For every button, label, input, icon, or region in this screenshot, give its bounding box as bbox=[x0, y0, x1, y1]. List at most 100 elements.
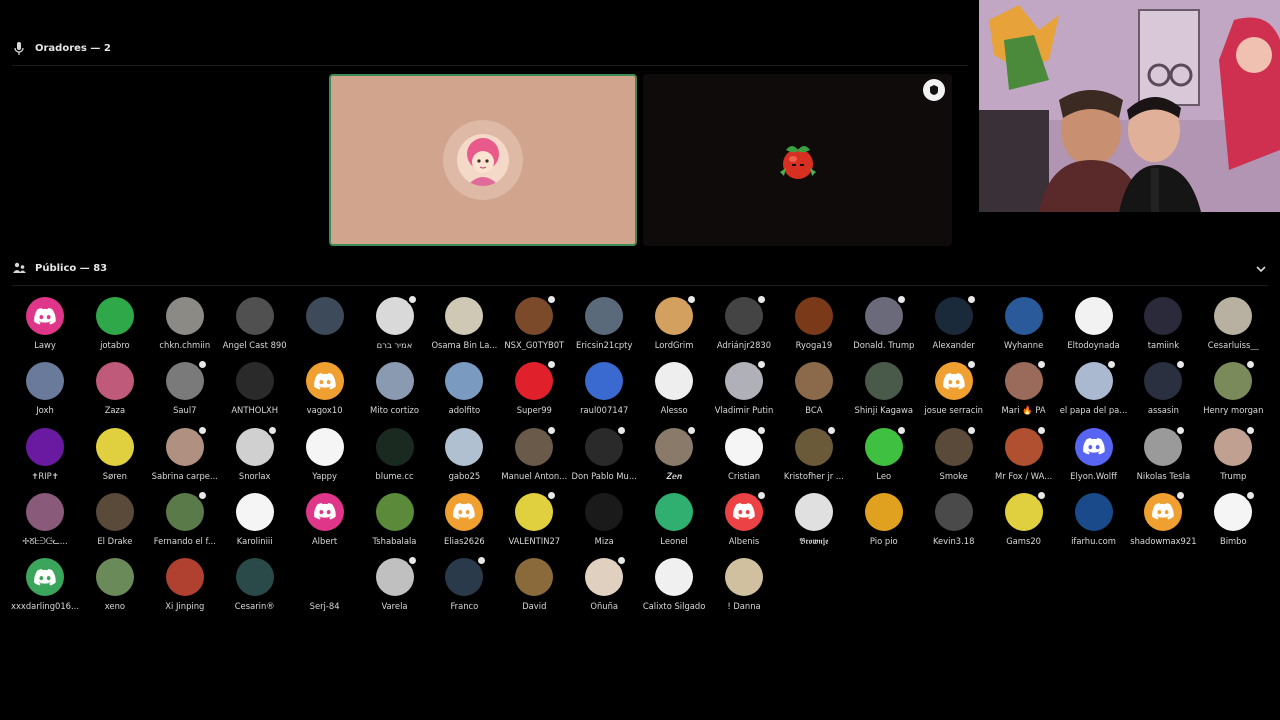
audience-member[interactable]: ANTHOLXH bbox=[220, 362, 290, 427]
audience-member[interactable]: Elias2626 bbox=[429, 492, 499, 558]
speaker-tile-1[interactable] bbox=[329, 74, 637, 246]
audience-member[interactable]: Bimbo bbox=[1198, 489, 1268, 558]
audience-member[interactable]: Angel Cast 890 bbox=[220, 297, 290, 362]
chevron-down-icon[interactable] bbox=[1254, 261, 1268, 275]
stage-badge-icon bbox=[1175, 424, 1187, 436]
audience-member[interactable]: Elyon.Wolff bbox=[1059, 427, 1129, 493]
audience-member[interactable]: Cesarin® bbox=[220, 558, 290, 623]
audience-member[interactable]: Saul7 bbox=[150, 359, 220, 427]
audience-member[interactable]: Mr Fox / WA... bbox=[989, 424, 1059, 493]
avatar bbox=[655, 558, 694, 597]
audience-divider bbox=[12, 285, 1268, 286]
avatar bbox=[1144, 297, 1183, 335]
audience-member[interactable]: Ericsin21cpty bbox=[569, 297, 639, 362]
audience-member[interactable]: Serj-84 bbox=[290, 558, 360, 623]
audience-member[interactable]: Mito cortizo bbox=[360, 362, 430, 427]
discord-logo-icon bbox=[733, 503, 755, 520]
audience-member[interactable]: Lawy bbox=[10, 297, 80, 362]
audience-member[interactable]: Don Pablo Mu... bbox=[569, 424, 639, 493]
audience-member[interactable]: Osama Bin La... bbox=[429, 297, 499, 362]
audience-member[interactable]: Vladimir Putin bbox=[709, 359, 779, 427]
audience-member[interactable]: Pio pio bbox=[849, 492, 919, 558]
audience-member[interactable]: Albert bbox=[290, 492, 360, 558]
audience-member[interactable]: raul007147 bbox=[569, 362, 639, 427]
audience-member[interactable]: NSX_G0TYB0T bbox=[499, 294, 569, 362]
audience-member[interactable]: Manuel Anton... bbox=[499, 424, 569, 493]
audience-member[interactable]: Ryoga19 bbox=[779, 297, 849, 362]
audience-member-name: Kristofher jr ... bbox=[783, 470, 844, 481]
audience-member[interactable]: Eltodoynada bbox=[1059, 297, 1129, 362]
audience-member[interactable]: adolfito bbox=[429, 362, 499, 427]
audience-member[interactable]: Zaza bbox=[80, 362, 150, 427]
audience-member[interactable]: shadowmax921 bbox=[1128, 489, 1198, 558]
audience-member[interactable]: Oñuña bbox=[569, 555, 639, 623]
audience-member[interactable]: El Drake bbox=[80, 492, 150, 558]
audience-member[interactable]: Henry morgan bbox=[1198, 359, 1268, 427]
audience-member[interactable]: Kevin3.18 bbox=[919, 492, 989, 558]
audience-member[interactable]: Miza bbox=[569, 492, 639, 558]
audience-member[interactable]: tamiink bbox=[1128, 297, 1198, 362]
avatar bbox=[515, 558, 554, 597]
audience-member[interactable]: Snorlax bbox=[220, 424, 290, 493]
audience-member[interactable]: Fernando el f... bbox=[150, 489, 220, 558]
audience-member[interactable]: Albenis bbox=[709, 489, 779, 558]
audience-member[interactable]: Super99 bbox=[499, 359, 569, 427]
audience-member[interactable]: Franco bbox=[429, 555, 499, 623]
audience-member[interactable]: Mari 🔥 PA bbox=[989, 359, 1059, 427]
discord-logo-icon bbox=[34, 307, 56, 324]
discord-logo-icon bbox=[313, 372, 336, 390]
audience-member[interactable]: Calixto Silgado bbox=[639, 558, 709, 623]
audience-member[interactable]: el papa del pa... bbox=[1059, 359, 1129, 427]
audience-member[interactable]: Kristofher jr ... bbox=[779, 424, 849, 493]
audience-member[interactable]: assasin bbox=[1128, 359, 1198, 427]
audience-member-name: Karoliniii bbox=[236, 535, 273, 546]
audience-member[interactable]: 𝕭𝖗𝖔𝖜𝖓𝖏𝖊 bbox=[779, 492, 849, 558]
audience-member[interactable]: Xi Jinping bbox=[150, 558, 220, 623]
audience-member[interactable]: Sabrina carpe... bbox=[150, 424, 220, 493]
audience-member[interactable]: Tshabalala bbox=[360, 492, 430, 558]
speaker-tile-2[interactable] bbox=[643, 74, 952, 246]
audience-member[interactable]: gabo25 bbox=[429, 427, 499, 493]
audience-member[interactable]: ! Danna bbox=[709, 558, 779, 623]
audience-member[interactable]: Yappy bbox=[290, 427, 360, 493]
audience-member[interactable]: Shinji Kagawa bbox=[849, 362, 919, 427]
camera-feed[interactable] bbox=[979, 0, 1280, 212]
audience-member[interactable]: chkn.chmiin bbox=[150, 297, 220, 362]
audience-member[interactable]: Karoliniii bbox=[220, 492, 290, 558]
audience-member[interactable]: Cristian bbox=[709, 424, 779, 493]
audience-member[interactable]: xxxdarling016... bbox=[10, 558, 80, 623]
audience-member[interactable]: Cesarluiss__ bbox=[1198, 297, 1268, 362]
stage-badge-icon bbox=[756, 294, 767, 305]
audience-member[interactable]: Donald. Trump bbox=[849, 294, 919, 362]
audience-member[interactable]: Smoke bbox=[919, 424, 989, 493]
audience-member[interactable]: Trump bbox=[1198, 424, 1268, 493]
audience-member[interactable]: ✢ᘜᖶᕭᙍᓚ... bbox=[10, 492, 80, 558]
audience-member[interactable]: Adriánjr2830 bbox=[709, 294, 779, 362]
audience-member[interactable]: Alexander bbox=[919, 294, 989, 362]
audience-member[interactable] bbox=[290, 297, 360, 362]
audience-member[interactable]: Joxh bbox=[10, 362, 80, 427]
audience-member[interactable]: Varela bbox=[360, 555, 430, 623]
audience-member[interactable]: blume.cc bbox=[360, 427, 430, 493]
audience-member[interactable]: jotabro bbox=[80, 297, 150, 362]
audience-member[interactable]: Alesso bbox=[639, 362, 709, 427]
audience-member[interactable]: אמיר ברם bbox=[360, 294, 430, 362]
audience-member[interactable]: Leo bbox=[849, 424, 919, 493]
audience-member[interactable]: BCA bbox=[779, 362, 849, 427]
audience-member[interactable]: Søren bbox=[80, 427, 150, 493]
audience-member[interactable]: xeno bbox=[80, 558, 150, 623]
audience-member[interactable]: ifarhu.com bbox=[1059, 492, 1129, 558]
audience-member[interactable]: David bbox=[499, 558, 569, 623]
audience-member[interactable]: Leonel bbox=[639, 492, 709, 558]
audience-member[interactable]: Gams20 bbox=[989, 489, 1059, 558]
audience-member[interactable]: Nikolas Tesla bbox=[1128, 424, 1198, 493]
audience-member[interactable]: Wyhanne bbox=[989, 297, 1059, 362]
audience-member-name: ! Danna bbox=[727, 601, 761, 612]
audience-member[interactable]: VALENTIN27 bbox=[499, 489, 569, 558]
audience-member[interactable]: vagox10 bbox=[290, 362, 360, 427]
speakers-title: Oradores — 2 bbox=[35, 42, 111, 54]
audience-member[interactable]: LordGrim bbox=[639, 294, 709, 362]
audience-member[interactable]: josue serracin bbox=[919, 359, 989, 427]
audience-member[interactable]: ✝RIP✝ bbox=[10, 427, 80, 493]
audience-member[interactable]: 𝒁𝒆𝒏 bbox=[639, 424, 709, 493]
